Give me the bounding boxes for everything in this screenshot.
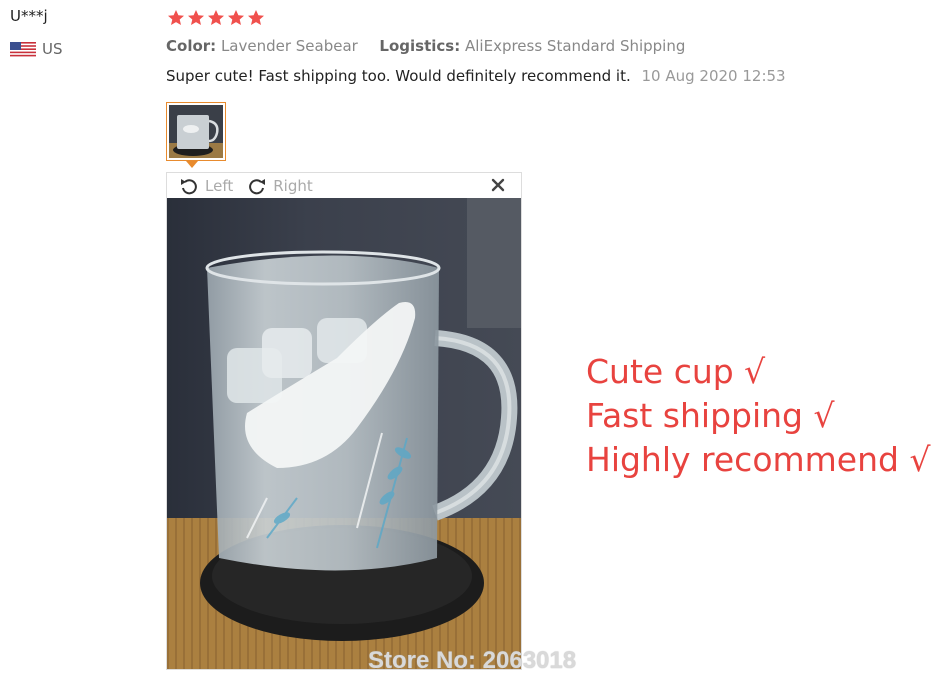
overlay-line: Cute cup √	[586, 352, 766, 391]
reviewer-name: U***j	[10, 7, 48, 25]
color-value: Lavender Seabear	[220, 37, 358, 55]
promo-overlay: Cute cup √ Fast shipping √ Highly recommen…	[586, 350, 931, 482]
star-icon	[188, 10, 204, 25]
logistics-value: AliExpress Standard Shipping	[465, 37, 686, 55]
review-photo	[167, 198, 521, 669]
store-watermark: Store No: 2063018	[368, 647, 577, 674]
photo-thumbnail[interactable]	[166, 102, 226, 161]
overlay-line: Highly recommend √	[586, 440, 931, 479]
overlay-line: Fast shipping √	[586, 396, 835, 435]
viewer-toolbar: Left Right	[167, 173, 521, 198]
star-rating	[166, 8, 266, 28]
close-icon[interactable]	[489, 176, 507, 194]
country-code: US	[42, 40, 63, 58]
star-icon	[228, 10, 244, 25]
reviewer-country: US	[10, 40, 63, 58]
rotate-left-icon	[181, 178, 197, 194]
review-meta: Color: Lavender Seabear Logistics: AliEx…	[166, 37, 685, 55]
rotate-left-label: Left	[205, 176, 234, 195]
logistics-label: Logistics:	[379, 37, 461, 55]
review-date: 10 Aug 2020 12:53	[641, 67, 786, 85]
thumbnail-image	[169, 105, 223, 158]
image-viewer: Left Right	[166, 172, 522, 670]
rotate-right-icon	[249, 178, 266, 194]
star-icon	[168, 10, 184, 25]
star-icon	[208, 10, 224, 25]
rotate-left-button[interactable]: Left	[179, 176, 233, 196]
us-flag-icon	[10, 41, 36, 57]
rotate-right-button[interactable]: Right	[247, 176, 313, 196]
star-icon	[248, 10, 264, 25]
review-text: Super cute! Fast shipping too. Would def…	[166, 67, 631, 85]
thumbnail-pointer	[186, 161, 198, 168]
rotate-right-label: Right	[273, 176, 313, 195]
review-text-row: Super cute! Fast shipping too. Would def…	[166, 67, 786, 85]
color-label: Color:	[166, 37, 217, 55]
